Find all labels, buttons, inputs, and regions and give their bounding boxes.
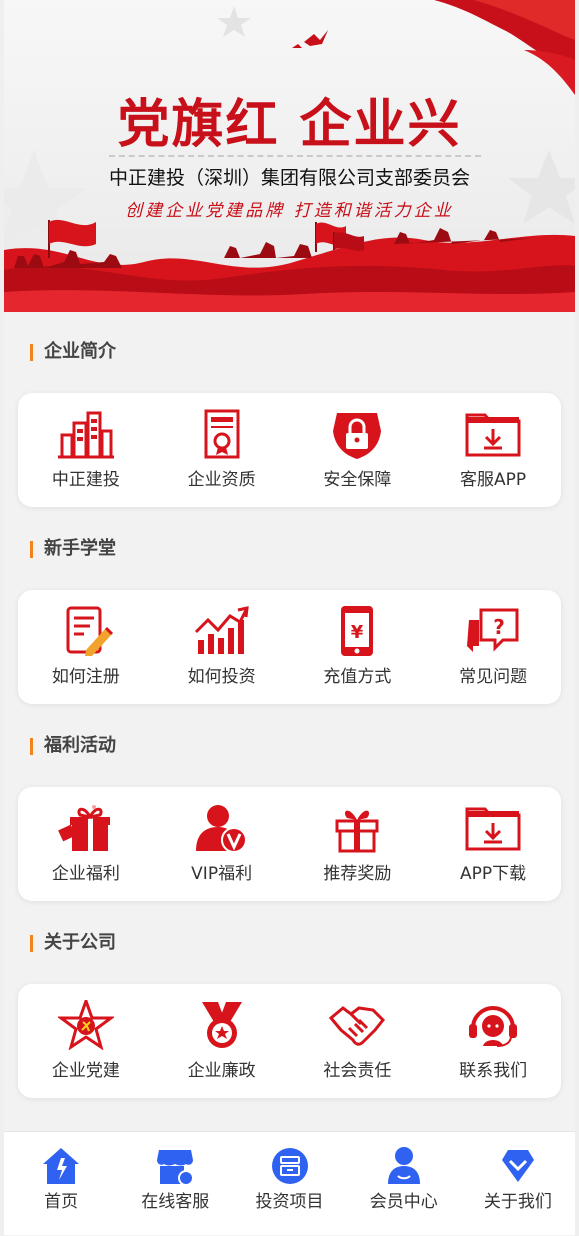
party-banner[interactable]: 党旗红 企业兴 中正建投（深圳）集团有限公司支部委员会 创建企业党建品牌 打造和… [4, 0, 575, 312]
item-party-building[interactable]: 企业党建 [18, 984, 154, 1098]
gift-box-icon [335, 810, 379, 853]
item-label: 常见问题 [459, 667, 528, 687]
headset-icon [469, 1006, 518, 1047]
item-company-welfare[interactable]: 企业福利 [18, 787, 154, 901]
card-welfare: 企业福利 VIP福利 推荐奖励 APP下载 [18, 787, 561, 901]
certificate-icon [204, 409, 240, 459]
tab-label: 投资项目 [255, 1192, 324, 1212]
gift-icon [57, 805, 110, 851]
item-label: 推荐奖励 [323, 864, 392, 884]
user-icon [387, 1147, 420, 1184]
phone-yuan-icon: ¥ [341, 606, 374, 656]
item-integrity[interactable]: 企业廉政 [154, 984, 290, 1098]
item-label: 企业福利 [51, 864, 120, 884]
buildings-icon [57, 411, 114, 459]
banner-title: 党旗红 企业兴 [117, 94, 462, 155]
item-qualification[interactable]: 企业资质 [154, 393, 290, 507]
item-how-invest[interactable]: 如何投资 [154, 590, 290, 704]
item-faq[interactable]: ? 常见问题 [425, 590, 561, 704]
item-label: 中正建投 [51, 470, 120, 490]
vip-user-icon [195, 805, 247, 853]
section-title-about: 关于公司 [30, 931, 116, 955]
section-title-company-intro: 企业简介 [30, 340, 116, 364]
trend-chart-icon [194, 606, 249, 654]
item-referral-reward[interactable]: 推荐奖励 [290, 787, 426, 901]
tab-label: 会员中心 [369, 1192, 438, 1212]
item-label: 如何投资 [187, 667, 256, 687]
item-recharge[interactable]: ¥ 充值方式 [290, 590, 426, 704]
lock-shield-icon [333, 413, 382, 459]
item-label: 企业党建 [51, 1061, 120, 1081]
download-folder-icon [465, 413, 521, 457]
section-title-welfare: 福利活动 [30, 734, 116, 758]
item-label: 充值方式 [323, 667, 392, 687]
item-how-register[interactable]: 如何注册 [18, 590, 154, 704]
item-label: 企业廉政 [187, 1061, 256, 1081]
form-pencil-icon [66, 606, 113, 656]
tab-home[interactable]: 首页 [4, 1132, 118, 1235]
tab-investment-projects[interactable]: 投资项目 [232, 1132, 346, 1235]
medal-icon [201, 1002, 242, 1048]
item-label: 如何注册 [51, 667, 120, 687]
item-vip-welfare[interactable]: VIP福利 [154, 787, 290, 901]
app-page: 党旗红 企业兴 中正建投（深圳）集团有限公司支部委员会 创建企业党建品牌 打造和… [4, 0, 575, 1236]
banner-subtitle: 中正建投（深圳）集团有限公司支部委员会 [108, 167, 470, 189]
handshake-icon [329, 1006, 386, 1046]
item-label: 企业资质 [187, 470, 256, 490]
tab-label: 在线客服 [141, 1192, 210, 1212]
question-bubble-icon: ? [467, 608, 519, 652]
banner-divider [109, 155, 481, 157]
tab-label: 首页 [44, 1192, 79, 1212]
svg-text:?: ? [493, 615, 505, 639]
item-label: 安全保障 [323, 470, 392, 490]
tab-about-us[interactable]: 关于我们 [461, 1132, 575, 1235]
item-app-download[interactable]: APP下载 [425, 787, 561, 901]
section-title-beginner: 新手学堂 [30, 537, 116, 561]
item-label: 联系我们 [459, 1061, 528, 1081]
card-company-intro: 中正建投 企业资质 安全保障 客服APP [18, 393, 561, 507]
item-service-app[interactable]: 客服APP [425, 393, 561, 507]
tab-member-center[interactable]: 会员中心 [347, 1132, 461, 1235]
card-about: 企业党建 企业廉政 社会责任 联系我们 [18, 984, 561, 1098]
tab-label: 关于我们 [483, 1192, 552, 1212]
store-icon [157, 1150, 195, 1186]
item-social-responsibility[interactable]: 社会责任 [290, 984, 426, 1098]
download-folder-icon [465, 807, 521, 851]
item-label: 客服APP [460, 470, 527, 490]
project-icon [271, 1148, 308, 1184]
party-star-icon [57, 1000, 114, 1050]
home-icon [43, 1148, 80, 1184]
item-zhongzheng[interactable]: 中正建投 [18, 393, 154, 507]
tab-online-service[interactable]: 在线客服 [118, 1132, 232, 1235]
bottom-tabbar: 首页 在线客服 投资项目 会员中心 关于我们 [4, 1131, 575, 1235]
item-label: VIP福利 [191, 864, 253, 884]
item-security[interactable]: 安全保障 [290, 393, 426, 507]
svg-text:¥: ¥ [351, 622, 364, 643]
item-label: 社会责任 [323, 1061, 392, 1081]
item-label: APP下载 [460, 864, 527, 884]
item-contact-us[interactable]: 联系我们 [425, 984, 561, 1098]
banner-slogan: 创建企业党建品牌 打造和谐活力企业 [125, 201, 454, 221]
card-beginner: 如何注册 如何投资 ¥ 充值方式 ? 常见问题 [18, 590, 561, 704]
about-icon [501, 1150, 534, 1182]
